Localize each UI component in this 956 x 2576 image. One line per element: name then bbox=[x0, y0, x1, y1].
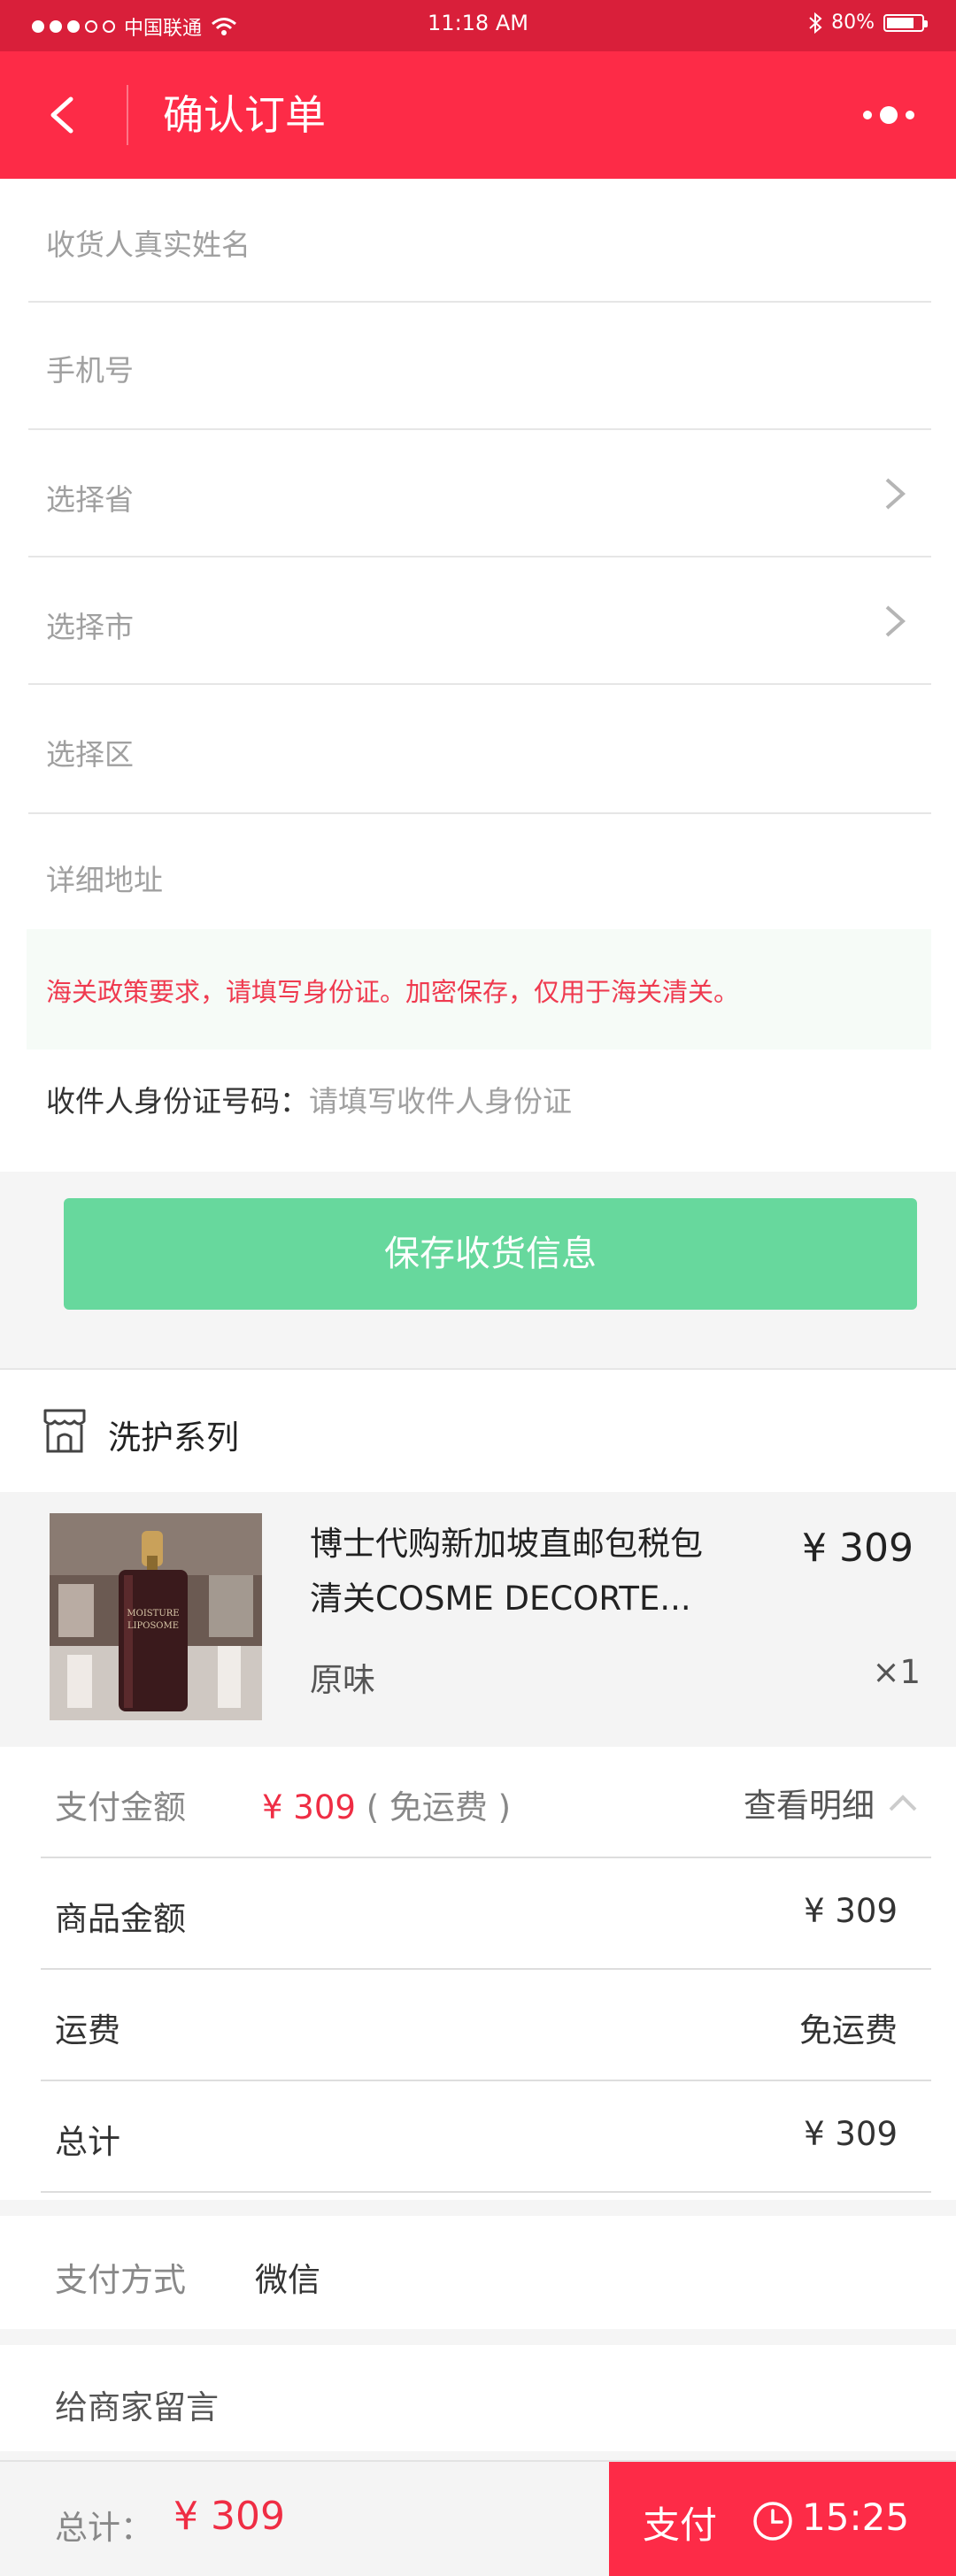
shipping-free-note: ( 免运费 ) bbox=[366, 1788, 512, 1826]
chevron-up-icon bbox=[889, 1795, 917, 1811]
header-divider bbox=[127, 85, 128, 145]
view-details-label: 查看明细 bbox=[744, 1787, 875, 1825]
page-title: 确认订单 bbox=[163, 91, 326, 139]
product-variant: 原味 bbox=[310, 1661, 375, 1699]
city-select[interactable]: 选择市 bbox=[28, 557, 931, 685]
product-quantity: ×1 bbox=[872, 1653, 921, 1691]
clock-icon bbox=[753, 2502, 792, 2541]
store-icon bbox=[43, 1409, 86, 1453]
payment-method-label: 支付方式 bbox=[55, 2261, 186, 2299]
product-item[interactable]: MOISTURE LIPOSOME 博士代购新加坡直邮包税包清关COSME DE… bbox=[0, 1492, 956, 1747]
id-placeholder: 请填写收件人身份证 bbox=[309, 1084, 572, 1119]
name-placeholder: 收货人真实姓名 bbox=[46, 227, 251, 262]
shipping-row: 运费 免运费 bbox=[41, 1970, 931, 2081]
district-placeholder: 选择区 bbox=[46, 737, 134, 772]
name-field[interactable]: 收货人真实姓名 bbox=[28, 179, 931, 303]
district-select[interactable]: 选择区 bbox=[28, 685, 931, 814]
product-image: MOISTURE LIPOSOME bbox=[50, 1513, 262, 1720]
save-address-button[interactable]: 保存收货信息 bbox=[64, 1198, 917, 1310]
merchant-message-field[interactable]: 给商家留言 bbox=[0, 2345, 956, 2451]
chevron-right-icon bbox=[885, 605, 906, 637]
payment-summary: 支付金额 ¥ 309 ( 免运费 ) 查看明细 商品金额 ¥ 309 运费 免运… bbox=[0, 1747, 956, 2200]
product-price: ¥ 309 bbox=[802, 1526, 914, 1571]
city-placeholder: 选择市 bbox=[46, 610, 134, 644]
store-name: 洗护系列 bbox=[108, 1419, 239, 1457]
id-label: 收件人身份证号码： bbox=[46, 1084, 309, 1119]
payment-amount-value: ¥ 309 bbox=[262, 1788, 356, 1826]
status-bar: 中国联通 11:18 AM 80% bbox=[0, 0, 956, 51]
store-header: 洗护系列 bbox=[0, 1368, 956, 1492]
address-field[interactable]: 详细地址 bbox=[28, 814, 931, 929]
chevron-right-icon bbox=[885, 478, 906, 510]
nav-header: 确认订单 bbox=[0, 51, 956, 179]
shipping-value: 免运费 bbox=[799, 2011, 898, 2049]
view-details-toggle[interactable]: 查看明细 bbox=[744, 1779, 919, 1826]
payment-method-row[interactable]: 支付方式 微信 bbox=[0, 2216, 956, 2329]
svg-text:LIPOSOME: LIPOSOME bbox=[127, 1621, 179, 1631]
phone-field[interactable]: 手机号 bbox=[28, 303, 931, 430]
more-options-icon[interactable] bbox=[860, 101, 917, 129]
address-form: 收货人真实姓名 手机号 选择省 选择市 选择区 详细地址 海关政策要求，请填写身… bbox=[0, 179, 956, 1172]
battery-icon bbox=[883, 13, 928, 32]
pay-button-label: 支付 bbox=[643, 2503, 718, 2547]
payment-amount-label: 支付金额 bbox=[55, 1788, 186, 1826]
goods-amount-row: 商品金额 ¥ 309 bbox=[41, 1858, 931, 1970]
payment-countdown: 15:25 bbox=[802, 2495, 910, 2539]
goods-amount-value: ¥ 309 bbox=[804, 1892, 898, 1930]
bottom-total-label: 总计： bbox=[55, 2509, 153, 2547]
total-label: 总计 bbox=[55, 2123, 120, 2161]
pay-button[interactable]: 支付 15:25 bbox=[609, 2462, 956, 2576]
merchant-message-placeholder: 给商家留言 bbox=[55, 2388, 219, 2426]
customs-notice: 海关政策要求，请填写身份证。加密保存，仅用于海关清关。 bbox=[27, 929, 931, 1050]
payment-amount-row: 支付金额 ¥ 309 ( 免运费 ) 查看明细 bbox=[41, 1747, 931, 1858]
customs-notice-text: 海关政策要求，请填写身份证。加密保存，仅用于海关清关。 bbox=[46, 977, 740, 1007]
payment-method-value: 微信 bbox=[255, 2261, 320, 2299]
total-row: 总计 ¥ 309 bbox=[41, 2081, 931, 2193]
province-select[interactable]: 选择省 bbox=[28, 430, 931, 557]
product-title: 博士代购新加坡直邮包税包清关COSME DECORTE... bbox=[310, 1525, 703, 1618]
back-arrow-icon[interactable] bbox=[42, 94, 85, 136]
bottom-total-value: ¥ 309 bbox=[173, 2494, 285, 2539]
checkout-bar: 总计： ¥ 309 支付 15:25 bbox=[0, 2460, 956, 2576]
total-value: ¥ 309 bbox=[804, 2115, 898, 2153]
id-number-field[interactable]: 收件人身份证号码：请填写收件人身份证 bbox=[46, 1078, 572, 1120]
product-label-text: MOISTURE bbox=[127, 1609, 179, 1619]
address-placeholder: 详细地址 bbox=[46, 863, 163, 897]
goods-amount-label: 商品金额 bbox=[55, 1900, 186, 1938]
bluetooth-icon bbox=[809, 12, 822, 34]
phone-placeholder: 手机号 bbox=[46, 353, 134, 388]
battery-percent: 80% bbox=[831, 12, 875, 34]
shipping-label: 运费 bbox=[55, 2011, 120, 2049]
province-placeholder: 选择省 bbox=[46, 482, 134, 517]
